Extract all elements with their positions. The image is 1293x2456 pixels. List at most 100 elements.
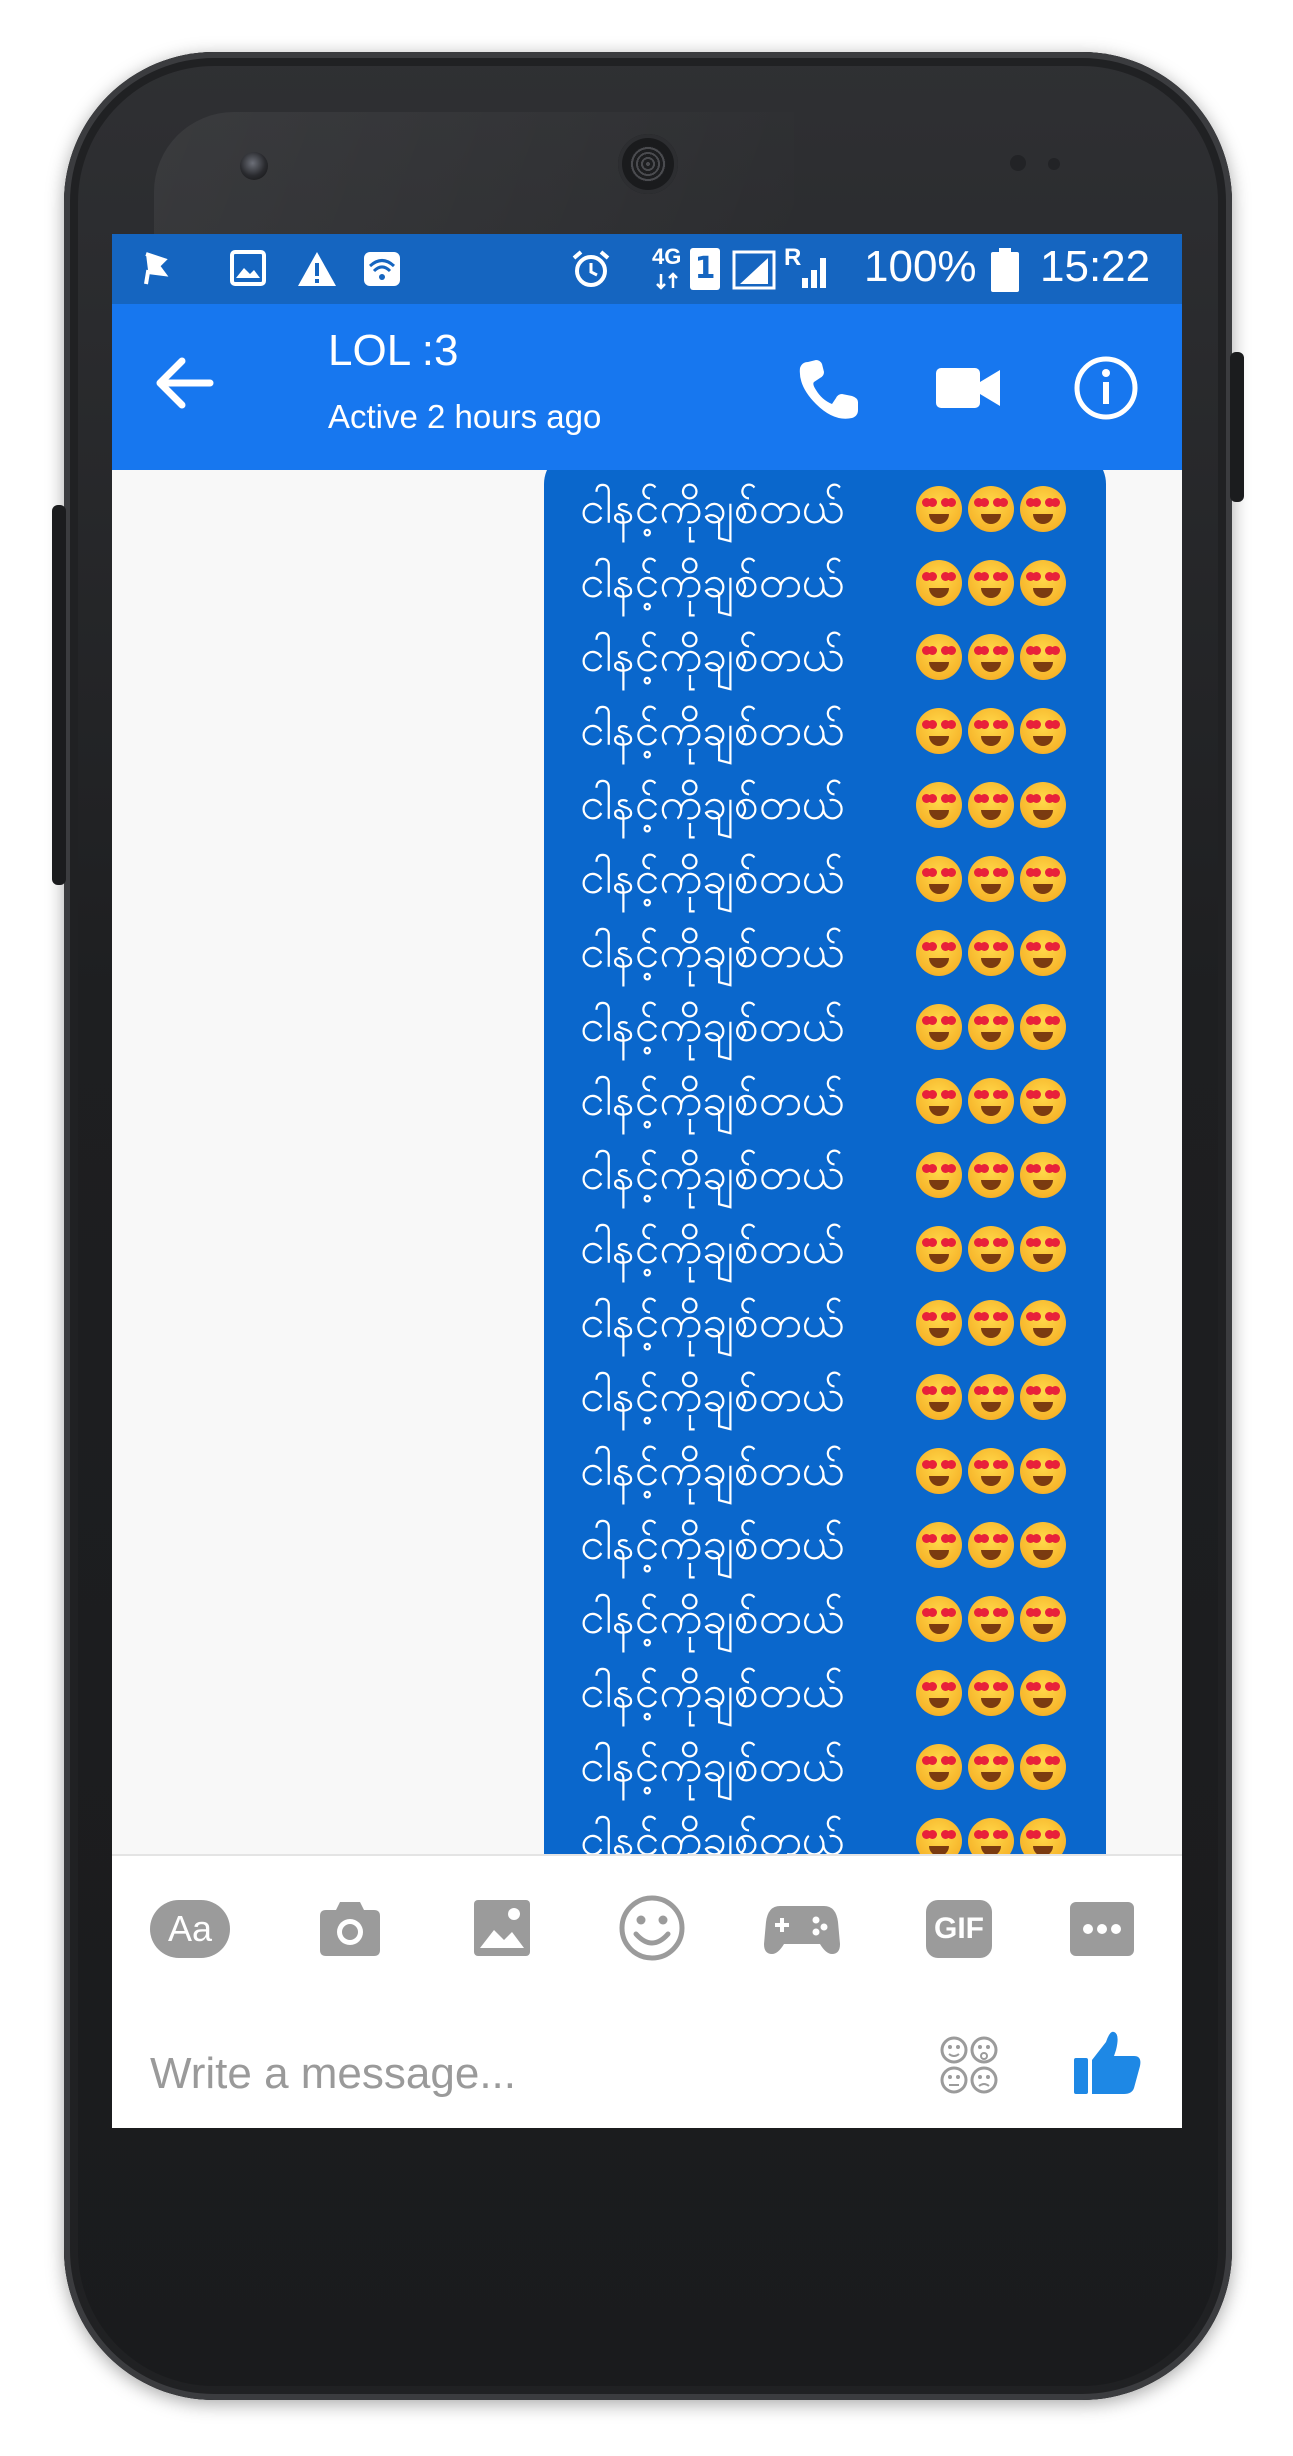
heart-eyes-emoji <box>916 1152 962 1198</box>
heart-eyes-emoji <box>1020 708 1066 754</box>
heart-eyes-emoji <box>968 1226 1014 1272</box>
heart-eyes-emoji <box>916 560 962 606</box>
heart-eyes-emoji <box>916 1448 962 1494</box>
message-line: ငါနင့်ကိုချစ်တယ် <box>580 1434 1076 1508</box>
message-text: ငါနင့်ကိုချစ်တယ် <box>580 1815 845 1854</box>
heart-eyes-emoji <box>916 1226 962 1272</box>
heart-eyes-emoji <box>968 1004 1014 1050</box>
message-text: ငါနင့်ကိုချစ်တယ် <box>580 1593 845 1644</box>
message-line: ငါနင့်ကိုချစ်တယ် <box>580 1730 1076 1804</box>
gif-label: GIF <box>926 1900 992 1958</box>
heart-eyes-emoji <box>1020 1078 1066 1124</box>
message-line: ငါနင့်ကိုချစ်တယ် <box>580 1064 1076 1138</box>
proximity-sensor <box>1010 155 1026 171</box>
heart-eyes-emoji <box>1020 856 1066 902</box>
notification-flag-icon <box>144 252 169 285</box>
heart-eyes-emoji <box>1020 634 1066 680</box>
message-text: ငါနင့်ကိုချစ်တယ် <box>580 927 845 978</box>
battery-icon <box>991 248 1019 292</box>
message-input[interactable] <box>148 2038 912 2110</box>
thumbs-up-icon[interactable] <box>1072 2026 1142 2098</box>
heart-eyes-emoji <box>1020 1448 1066 1494</box>
back-arrow-icon[interactable] <box>152 350 218 416</box>
text-format-button[interactable]: Aa <box>150 1896 230 1960</box>
stickers-icon[interactable] <box>938 2034 1000 2096</box>
heart-eyes-emoji <box>968 782 1014 828</box>
heart-eyes-emoji <box>916 856 962 902</box>
gif-button[interactable]: GIF <box>920 1896 1000 1960</box>
heart-eyes-emoji <box>968 1152 1014 1198</box>
heart-eyes-emoji <box>916 1374 962 1420</box>
heart-eyes-emoji <box>1020 1300 1066 1346</box>
heart-eyes-emoji <box>968 708 1014 754</box>
wifi-hotspot-icon <box>364 252 400 286</box>
signal-bars-icon <box>802 258 826 288</box>
volume-button <box>52 505 66 885</box>
message-composer: Aa GIF <box>112 1854 1182 2128</box>
heart-eyes-emoji <box>1020 1818 1066 1854</box>
heart-eyes-emoji <box>916 1596 962 1642</box>
message-text: ငါနင့်ကိုချစ်တယ် <box>580 1297 845 1348</box>
more-options-icon[interactable] <box>1062 1896 1142 1960</box>
heart-eyes-emoji <box>968 1596 1014 1642</box>
phone-call-icon[interactable] <box>792 356 862 426</box>
heart-eyes-emoji <box>916 1004 962 1050</box>
games-icon[interactable] <box>762 1896 842 1960</box>
active-status: Active 2 hours ago <box>328 398 602 435</box>
message-line: ငါနင့်ကိုချစ်တယ် <box>580 990 1076 1064</box>
message-text: ငါနင့်ကိုချစ်တယ် <box>580 1445 845 1496</box>
message-line: ငါနင့်ကိုချစ်တယ် <box>580 1656 1076 1730</box>
message-line: ငါနင့်ကိုချစ်တယ် <box>580 546 1076 620</box>
outgoing-message-bubble[interactable]: ငါနင့်ကိုချစ်တယ် ငါနင့်ကိုချစ်တယ် ငါနင့်ကိ… <box>544 470 1106 1854</box>
message-text: ငါနင့်ကိုချစ်တယ် <box>580 853 845 904</box>
heart-eyes-emoji <box>968 1448 1014 1494</box>
clock: 15:22 <box>1040 242 1151 291</box>
message-line: ငါနင့်ကိုချစ်တယ် <box>580 842 1076 916</box>
message-text: ငါနင့်ကိုချစ်တယ် <box>580 1001 845 1052</box>
message-line: ငါနင့်ကိုချစ်တယ် <box>580 768 1076 842</box>
heart-eyes-emoji <box>968 1670 1014 1716</box>
heart-eyes-emoji <box>916 782 962 828</box>
message-text: ငါနင့်ကိုချစ်တယ် <box>580 779 845 830</box>
earpiece-speaker <box>618 134 678 194</box>
message-text: ငါနင့်ကိုချစ်တယ် <box>580 1741 845 1792</box>
warning-icon <box>298 252 336 286</box>
heart-eyes-emoji <box>968 856 1014 902</box>
heart-eyes-emoji <box>1020 930 1066 976</box>
alarm-icon <box>572 250 610 287</box>
info-icon[interactable] <box>1072 354 1140 422</box>
message-text: ငါနင့်ကိုချစ်တယ် <box>580 1149 845 1200</box>
message-text: ငါနင့်ကိုချစ်တယ် <box>580 1371 845 1422</box>
heart-eyes-emoji <box>1020 1004 1066 1050</box>
phone-screen: 4G 1 R 100% 15:22 LOL :3 Active 2 hours … <box>112 234 1182 2128</box>
heart-eyes-emoji <box>1020 1374 1066 1420</box>
light-sensor <box>1048 158 1060 170</box>
heart-eyes-emoji <box>916 486 962 532</box>
message-text: ငါနင့်ကိုချစ်တယ် <box>580 1667 845 1718</box>
heart-eyes-emoji <box>968 560 1014 606</box>
camera-icon[interactable] <box>310 1896 390 1960</box>
message-line: ငါနင့်ကိုချစ်တယ် <box>580 1286 1076 1360</box>
heart-eyes-emoji <box>1020 1596 1066 1642</box>
power-button <box>1230 352 1244 502</box>
message-text: ငါနင့်ကိုချစ်တယ် <box>580 705 845 756</box>
message-line: ငါနင့်ကိုချစ်တယ် <box>580 620 1076 694</box>
message-text: ငါနင့်ကိုချစ်တယ် <box>580 1075 845 1126</box>
heart-eyes-emoji <box>1020 782 1066 828</box>
message-list[interactable]: ငါနင့်ကိုချစ်တယ် ငါနင့်ကိုချစ်တယ် ငါနင့်ကိ… <box>112 470 1182 1854</box>
heart-eyes-emoji <box>968 1078 1014 1124</box>
text-format-label: Aa <box>150 1900 230 1958</box>
message-line: ငါနင့်ကိုချစ်တယ် <box>580 472 1076 546</box>
network-type-label: 4G <box>652 244 682 269</box>
gallery-icon[interactable] <box>462 1896 542 1960</box>
heart-eyes-emoji <box>968 1374 1014 1420</box>
contact-name[interactable]: LOL :3 <box>328 326 458 376</box>
battery-percent: 100% <box>864 242 977 291</box>
video-call-icon[interactable] <box>934 362 1002 414</box>
emoji-icon[interactable] <box>612 1892 692 1964</box>
message-line: ငါနင့်ကိုချစ်တယ် <box>580 1582 1076 1656</box>
heart-eyes-emoji <box>916 1818 962 1854</box>
heart-eyes-emoji <box>1020 1670 1066 1716</box>
heart-eyes-emoji <box>968 634 1014 680</box>
message-line: ငါနင့်ကိုချစ်တယ် <box>580 1212 1076 1286</box>
